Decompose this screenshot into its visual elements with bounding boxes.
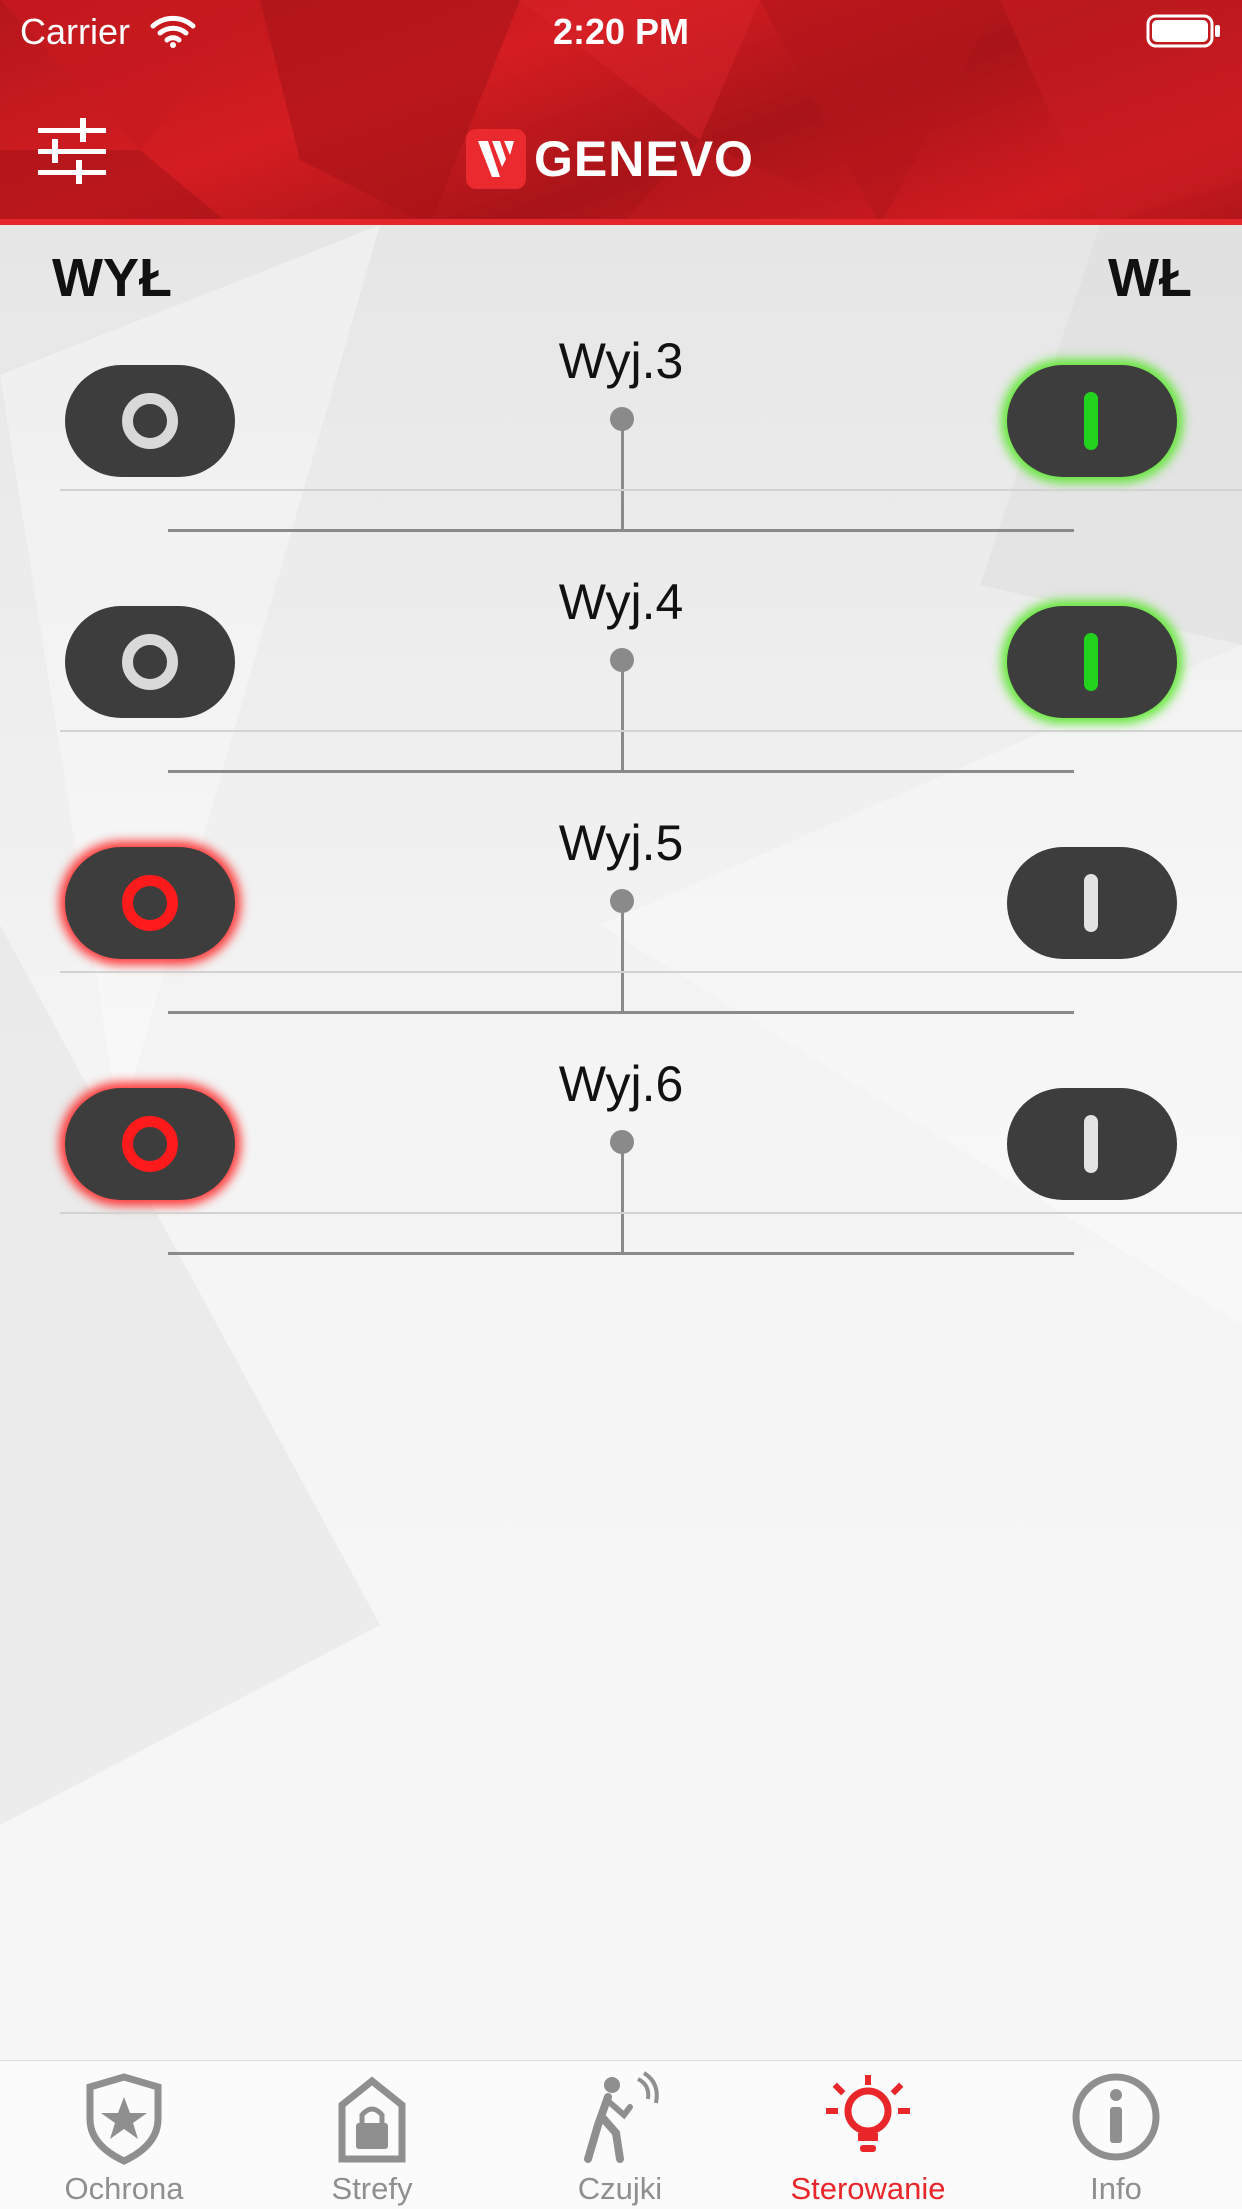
tab-label: Czujki [577,2171,663,2206]
walking-sensor-icon [584,2071,659,2163]
status-time: 2:20 PM [552,11,690,52]
output-row: Wyj.6 [0,973,1242,1255]
on-button[interactable] [1007,1088,1177,1200]
output-row: Wyj.5 [0,732,1242,1014]
lightbulb-icon [826,2075,910,2152]
outputs-panel: WYŁ WŁ Wyj.3 Wyj.4 Wyj.5 Wyj.6 [0,225,1242,2060]
genevo-logo-icon [466,129,526,189]
tab-label: Ochrona [64,2171,184,2206]
on-button[interactable] [1007,365,1177,477]
settings-sliders-icon[interactable] [38,118,106,184]
brand-logo: GENEVO [466,128,754,190]
info-icon [1072,2073,1160,2161]
on-button[interactable] [1007,606,1177,718]
off-ring-icon [122,1116,178,1172]
battery-icon [1146,14,1220,48]
status-bar: Carrier 2:20 PM [0,0,1242,62]
shield-star-icon [86,2073,162,2165]
on-bar-icon [1084,874,1098,932]
tab-info[interactable]: Info [992,2061,1240,2209]
tab-strefy[interactable]: Strefy [248,2061,496,2209]
tab-label: Info [1090,2171,1142,2206]
tab-label: Strefy [331,2171,413,2206]
row-separator [60,1212,1242,1214]
on-button[interactable] [1007,847,1177,959]
brand-name: GENEVO [534,131,754,187]
on-bar-icon [1084,633,1098,691]
tab-czujki[interactable]: Czujki [496,2061,744,2209]
off-ring-icon [122,634,178,690]
connector-base [168,1252,1074,1255]
tab-label: Sterowanie [790,2171,946,2206]
app-header: Carrier 2:20 PM GENEVO [0,0,1242,225]
tab-bar: Ochrona Strefy Czujki Sterowanie Info [0,2060,1242,2209]
tab-ochrona[interactable]: Ochrona [0,2061,248,2209]
on-bar-icon [1084,392,1098,450]
off-ring-icon [122,393,178,449]
lock-house-icon [338,2076,406,2163]
output-row: Wyj.4 [0,491,1242,773]
on-bar-icon [1084,1115,1098,1173]
connector-line [621,1142,624,1252]
off-ring-icon [122,875,178,931]
output-row: Wyj.3 [0,250,1242,532]
tab-sterowanie[interactable]: Sterowanie [744,2061,992,2209]
